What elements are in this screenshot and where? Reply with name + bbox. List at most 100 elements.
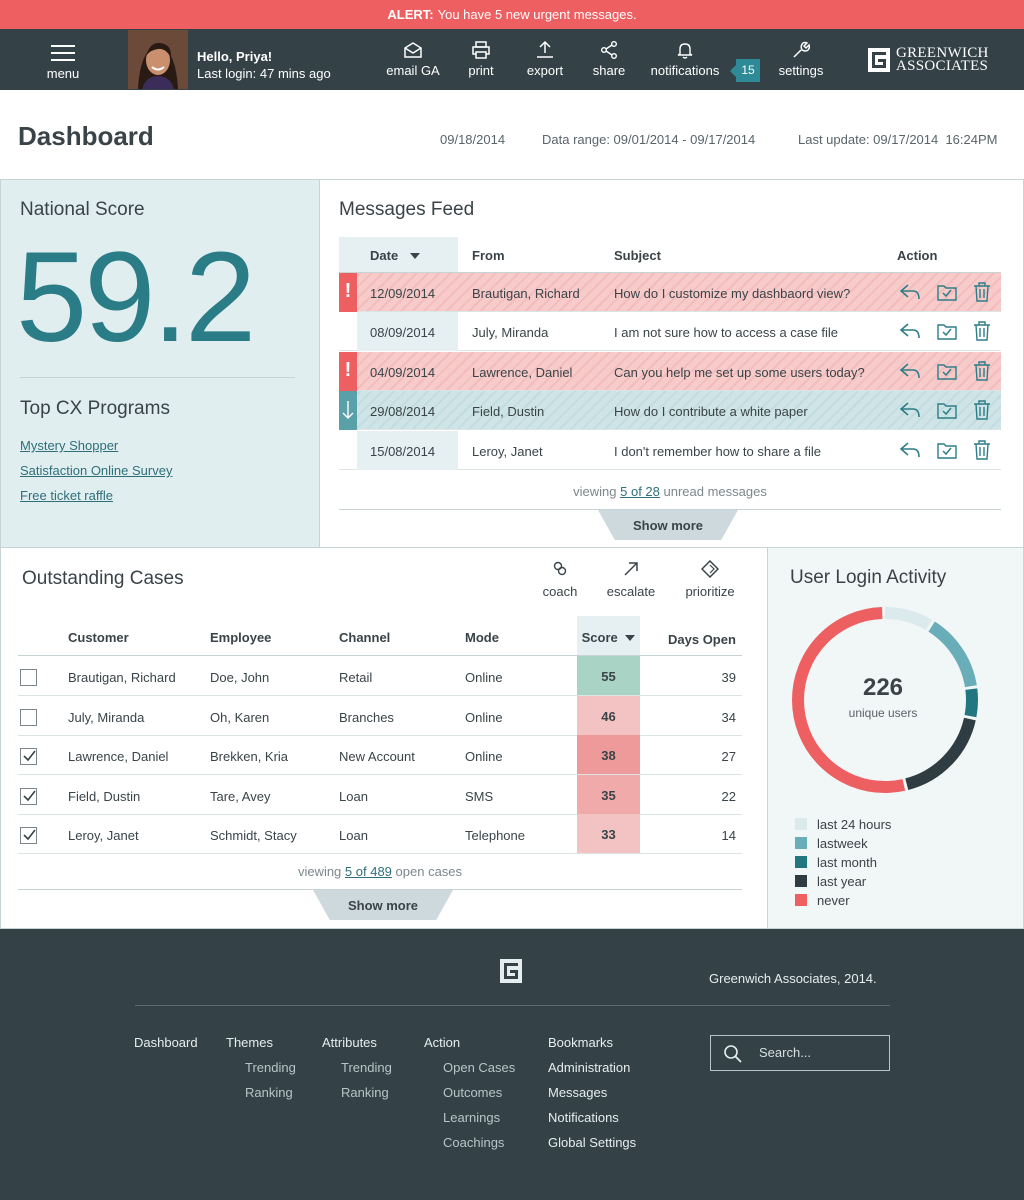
case-checkbox[interactable] <box>20 827 37 845</box>
footer-search-box[interactable] <box>710 1035 890 1071</box>
footer-divider <box>135 1005 890 1006</box>
search-input[interactable] <box>759 1045 879 1060</box>
notifications-badge[interactable]: 15 <box>730 59 760 82</box>
file-folder-icon[interactable] <box>937 400 957 420</box>
footer-link-coachings[interactable]: Coachings <box>443 1135 504 1150</box>
footer-link-ranking[interactable]: Ranking <box>245 1085 293 1100</box>
escalate-button[interactable]: escalate <box>604 560 658 599</box>
footer-link-ranking[interactable]: Ranking <box>341 1085 389 1100</box>
footer-link-messages[interactable]: Messages <box>548 1085 607 1100</box>
reply-icon[interactable] <box>899 440 921 460</box>
viewing-count-link[interactable]: 5 of 489 <box>345 864 392 879</box>
footer-link-trending[interactable]: Trending <box>341 1060 392 1075</box>
legend-label: last 24 hours <box>817 817 892 832</box>
coach-button[interactable]: coach <box>540 560 580 599</box>
trash-icon[interactable] <box>973 321 991 342</box>
legend-label: last month <box>817 855 877 870</box>
legend-swatch <box>795 894 807 906</box>
case-customer: July, Miranda <box>68 709 145 725</box>
legend-label: never <box>817 893 850 908</box>
viewing-count-link[interactable]: 5 of 28 <box>620 484 660 499</box>
prioritize-button[interactable]: prioritize <box>680 560 740 599</box>
message-subject[interactable]: I am not sure how to access a case file <box>614 312 838 354</box>
message-row[interactable]: 15/08/2014 Leroy, Janet I don't remember h… <box>339 430 1001 473</box>
last-update: Last update: 09/17/2014 16:24PM <box>798 132 998 147</box>
message-subject[interactable]: How do I customize my dashbaord view? <box>614 273 850 315</box>
print-button[interactable]: print <box>463 41 499 78</box>
footer-link-notifications[interactable]: Notifications <box>548 1110 619 1125</box>
footer-link-learnings[interactable]: Learnings <box>443 1110 500 1125</box>
export-button[interactable]: export <box>523 41 567 78</box>
employee-header: Employee <box>210 630 272 645</box>
settings-button[interactable]: settings <box>774 41 828 78</box>
message-row[interactable]: 29/08/2014 Field, Dustin How do I contribu… <box>339 391 1001 433</box>
trash-icon[interactable] <box>973 361 991 381</box>
message-row[interactable]: ! 04/09/2014 Lawrence, Daniel Can you help … <box>339 351 1001 394</box>
customer-header: Customer <box>68 630 129 645</box>
case-row[interactable]: Brautigan, Richard Doe, John Retail Online 5… <box>18 656 742 696</box>
footer-link-action[interactable]: Action <box>424 1035 460 1050</box>
print-label: print <box>468 63 494 78</box>
share-button[interactable]: share <box>590 41 628 78</box>
trash-icon[interactable] <box>973 282 991 302</box>
case-row[interactable]: Field, Dustin Tare, Avey Loan SMS 35 22 <box>18 774 742 815</box>
file-folder-icon[interactable] <box>937 282 957 302</box>
urgent-flag-icon: ! <box>339 273 357 312</box>
sort-by-score-header[interactable]: Score <box>577 616 640 655</box>
reply-icon[interactable] <box>899 361 921 381</box>
message-subject[interactable]: I don't remember how to share a file <box>614 431 821 473</box>
avatar[interactable] <box>128 30 188 89</box>
file-folder-icon[interactable] <box>937 321 957 341</box>
case-channel: Loan <box>339 788 368 804</box>
case-row[interactable]: Lawrence, Daniel Brekken, Kria New Account… <box>18 735 742 776</box>
footer-link-administration[interactable]: Administration <box>548 1060 630 1075</box>
message-subject[interactable]: How do I contribute a white paper <box>614 391 808 433</box>
footer-logo-icon[interactable] <box>500 959 522 983</box>
cx-program-link[interactable]: Satisfaction Online Survey <box>20 463 172 478</box>
footer-link-outcomes[interactable]: Outcomes <box>443 1085 502 1100</box>
user-greeting: Hello, Priya! Last login: 47 mins ago <box>197 48 331 82</box>
email-button[interactable]: email GA <box>384 41 442 78</box>
reply-icon[interactable] <box>899 321 921 341</box>
message-subject[interactable]: Can you help me set up some users today? <box>614 352 865 394</box>
message-date: 08/09/2014 <box>357 312 458 352</box>
cx-program-link[interactable]: Mystery Shopper <box>20 438 118 453</box>
file-folder-icon[interactable] <box>937 361 957 381</box>
message-date: 12/09/2014 <box>370 286 436 301</box>
legend-item: last year <box>795 874 866 889</box>
company-logo[interactable]: GREENWICH ASSOCIATES <box>868 46 989 74</box>
footer-link-attributes[interactable]: Attributes <box>322 1035 377 1050</box>
reply-icon[interactable] <box>899 282 921 302</box>
case-row[interactable]: July, Miranda Oh, Karen Branches Online 46 34 <box>18 695 742 736</box>
trash-icon[interactable] <box>973 439 991 460</box>
from-header: From <box>472 248 505 263</box>
footer-link-themes[interactable]: Themes <box>226 1035 273 1050</box>
arrow-down-icon <box>339 391 357 431</box>
case-checkbox[interactable] <box>20 669 37 686</box>
messages-show-more-button[interactable]: Show more <box>598 510 738 540</box>
cases-show-more-button[interactable]: Show more <box>313 890 453 920</box>
footer-link-trending[interactable]: Trending <box>245 1060 296 1075</box>
file-folder-icon[interactable] <box>937 440 957 460</box>
sort-by-date-header[interactable]: Date <box>339 237 458 273</box>
legend-swatch <box>795 818 807 830</box>
cx-program-link[interactable]: Free ticket raffle <box>20 488 113 503</box>
message-row[interactable]: 08/09/2014 July, Miranda I am not sure how… <box>339 312 1001 354</box>
alert-message[interactable]: You have 5 new urgent messages. <box>438 7 637 22</box>
footer-link-global-settings[interactable]: Global Settings <box>548 1135 636 1150</box>
footer-link-open-cases[interactable]: Open Cases <box>443 1060 515 1075</box>
case-row[interactable]: Leroy, Janet Schmidt, Stacy Loan Telephone 3… <box>18 814 742 855</box>
national-score-title: National Score <box>20 199 145 220</box>
trash-icon[interactable] <box>973 400 991 420</box>
message-row[interactable]: ! 12/09/2014 Brautigan, Richard How do I cu… <box>339 273 1001 312</box>
reply-icon[interactable] <box>899 400 921 420</box>
menu-button[interactable]: menu <box>40 43 86 81</box>
notifications-button[interactable]: notifications <box>646 41 724 78</box>
footer-link-bookmarks[interactable]: Bookmarks <box>548 1035 613 1050</box>
case-checkbox[interactable] <box>20 708 37 726</box>
case-checkbox[interactable] <box>20 748 37 766</box>
sort-down-icon <box>625 635 636 641</box>
footer-link-dashboard[interactable]: Dashboard <box>134 1035 198 1050</box>
case-checkbox[interactable] <box>20 787 37 805</box>
date-header-label: Date <box>370 248 399 263</box>
